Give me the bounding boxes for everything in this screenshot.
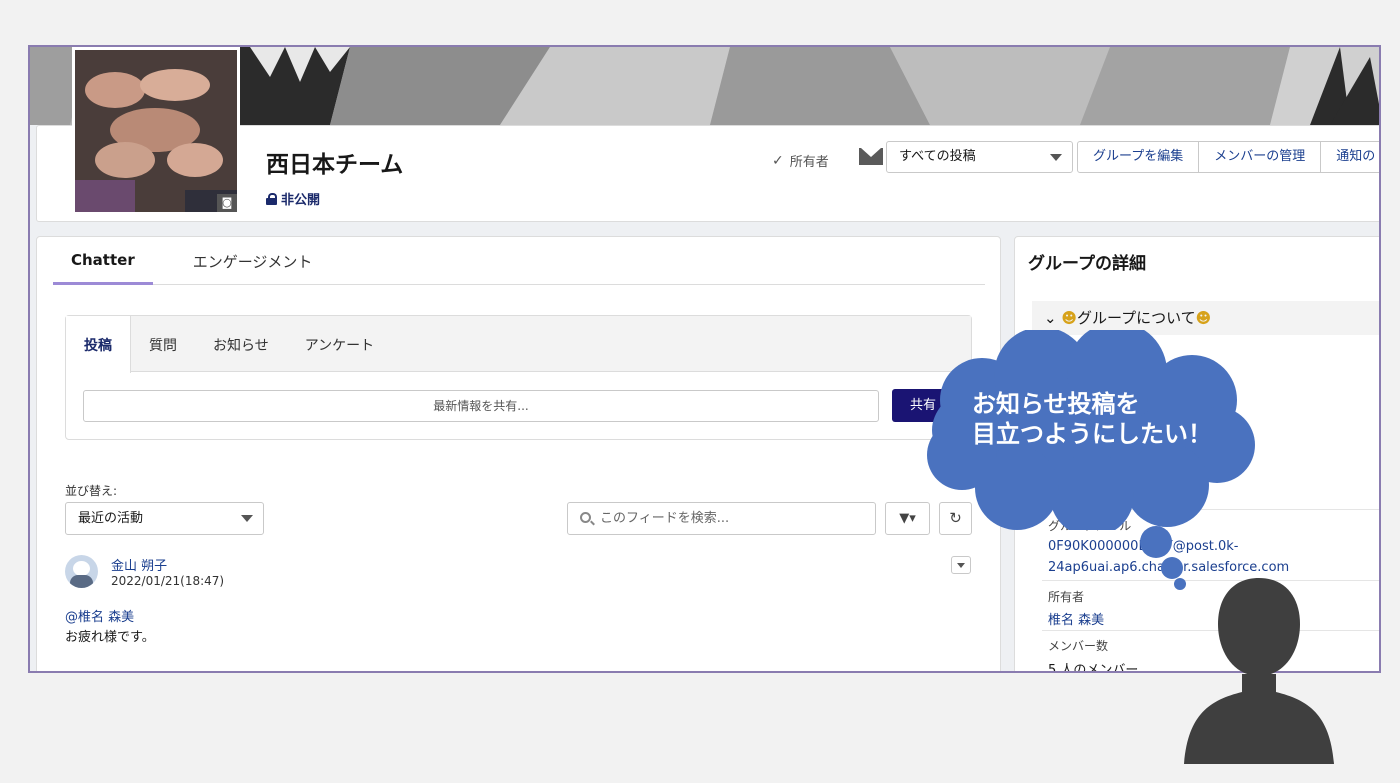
post-filter-value: すべての投稿 xyxy=(899,149,976,164)
owner-indicator: ✓ 所有者 xyxy=(772,151,829,171)
notification-button[interactable]: 通知の xyxy=(1321,142,1379,172)
post-mention[interactable]: @椎名 森美 xyxy=(65,606,134,625)
owner-indicator-label: 所有者 xyxy=(789,155,829,170)
tab-chatter[interactable]: Chatter xyxy=(53,237,153,285)
publisher-tabs: 投稿 質問 お知らせ アンケート xyxy=(66,316,971,373)
tab-poll[interactable]: アンケート xyxy=(287,316,392,372)
feed-search-placeholder: このフィードを検索... xyxy=(600,511,730,526)
privacy-label: 非公開 xyxy=(266,189,320,208)
smile-icon: ☻ xyxy=(1061,309,1077,327)
thought-line-2: 目立つようにしたい！ xyxy=(972,420,1212,448)
tab-engagement[interactable]: エンゲージメント xyxy=(175,237,331,285)
sort-value: 最近の活動 xyxy=(78,511,144,526)
privacy-text: 非公開 xyxy=(281,193,321,208)
smile-icon: ☻ xyxy=(1195,309,1212,327)
camera-icon[interactable]: ◙ xyxy=(217,194,237,212)
tab-post[interactable]: 投稿 xyxy=(66,316,131,373)
main-tabs: Chatter エンゲージメント xyxy=(53,237,985,285)
filter-icon: ▼▾ xyxy=(899,511,916,526)
post-body: お疲れ様です。 xyxy=(65,630,155,645)
sort-select[interactable]: 最近の活動 xyxy=(65,502,264,535)
members-value[interactable]: 5 人のメンバー xyxy=(1048,659,1138,671)
header-button-group: グループを編集 メンバーの管理 通知の xyxy=(1077,141,1379,173)
mail-icon[interactable] xyxy=(859,148,883,165)
feed-panel: Chatter エンゲージメント 投稿 質問 お知らせ アンケート 最新情報を共… xyxy=(36,236,1001,671)
chevron-down-icon: ⌄ xyxy=(1044,309,1057,327)
search-icon xyxy=(580,512,591,523)
lock-icon xyxy=(266,193,277,205)
checkmark-icon: ✓ xyxy=(772,152,784,169)
post-date[interactable]: 2022/01/21(18:47) xyxy=(111,574,224,588)
chevron-down-icon xyxy=(241,515,253,522)
post-menu-button[interactable] xyxy=(951,556,971,574)
post-author[interactable]: 金山 朔子 xyxy=(111,555,167,574)
edit-group-button[interactable]: グループを編集 xyxy=(1078,142,1200,172)
group-photo[interactable]: ◙ xyxy=(72,47,240,215)
avatar[interactable] xyxy=(65,555,98,588)
person-icon xyxy=(1184,578,1334,764)
about-title: グループについて xyxy=(1077,309,1196,327)
owner-label: 所有者 xyxy=(1048,590,1085,604)
post-filter-select[interactable]: すべての投稿 xyxy=(886,141,1073,173)
manage-members-button[interactable]: メンバーの管理 xyxy=(1199,142,1322,172)
details-title: グループの詳細 xyxy=(1028,254,1146,274)
group-title: 西日本チーム xyxy=(266,152,404,178)
tab-question[interactable]: 質問 xyxy=(131,316,195,372)
tab-announcement[interactable]: お知らせ xyxy=(195,316,287,372)
sort-label: 並び替え: xyxy=(65,484,118,498)
feed-search-input[interactable]: このフィードを検索... xyxy=(567,502,876,535)
thought-text: お知らせ投稿を 目立つようにしたい！ xyxy=(972,389,1212,449)
share-input[interactable]: 最新情報を共有... xyxy=(83,390,879,422)
owner-value[interactable]: 椎名 森美 xyxy=(1048,609,1104,628)
members-label: メンバー数 xyxy=(1048,639,1109,653)
chevron-down-icon xyxy=(1050,154,1062,161)
thought-line-1: お知らせ投稿を xyxy=(972,390,1140,418)
publisher: 投稿 質問 お知らせ アンケート 最新情報を共有... 共有 xyxy=(65,315,972,440)
